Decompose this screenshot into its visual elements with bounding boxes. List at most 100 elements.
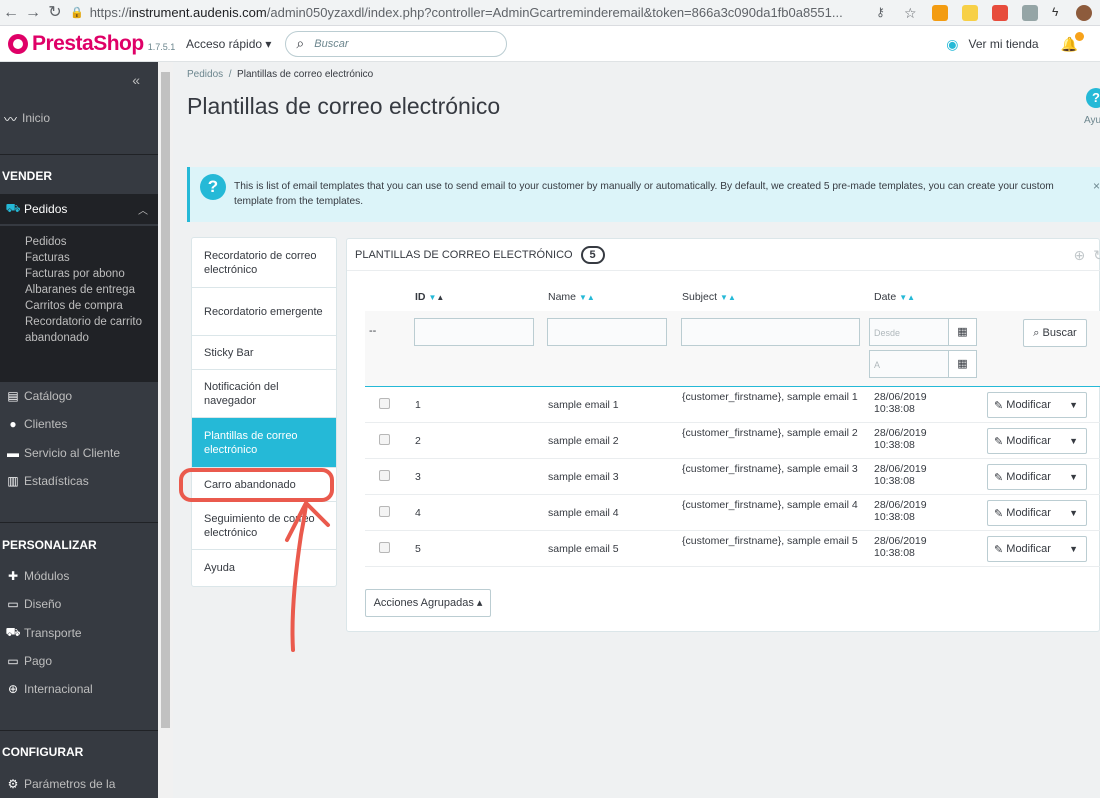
filter-id-input[interactable] bbox=[414, 318, 534, 346]
tab-email-tracking[interactable]: Seguimiento de correo electrónico bbox=[192, 502, 336, 550]
forward-icon[interactable]: → bbox=[22, 0, 44, 26]
sort-icon[interactable]: ▼▲ bbox=[429, 293, 445, 302]
tab-sticky-bar[interactable]: Sticky Bar bbox=[192, 336, 336, 370]
caret-down-icon[interactable]: ▼ bbox=[1069, 472, 1078, 482]
caret-down-icon[interactable]: ▼ bbox=[1069, 544, 1078, 554]
sidebar-item-modules[interactable]: ✚ Módulos bbox=[0, 562, 158, 590]
sidebar-item-label: Transporte bbox=[24, 626, 82, 640]
profile-avatar[interactable] bbox=[1076, 4, 1092, 21]
edit-button[interactable]: ✎ Modificar ▼ bbox=[987, 536, 1087, 562]
tab-email-templates[interactable]: Plantillas de correo electrónico bbox=[192, 418, 336, 468]
prestashop-logo-icon bbox=[8, 33, 28, 54]
row-checkbox[interactable] bbox=[379, 470, 390, 481]
search-button[interactable]: ⌕ Buscar bbox=[1023, 319, 1087, 347]
store-icon: ▤ bbox=[7, 389, 19, 403]
truck-icon: ⛟ bbox=[5, 625, 21, 639]
add-icon[interactable]: ⊕ bbox=[1074, 247, 1086, 264]
table-row[interactable]: 2 sample email 2 {customer_firstname}, s… bbox=[365, 423, 1100, 459]
filter-name-input[interactable] bbox=[547, 318, 667, 346]
search-button-label: Buscar bbox=[1042, 327, 1077, 339]
refresh-icon[interactable]: ↻ bbox=[1093, 247, 1100, 264]
back-icon[interactable]: ← bbox=[0, 0, 22, 26]
logo[interactable]: PrestaShop 1.7.5.1 bbox=[0, 32, 180, 56]
sidebar-item-design[interactable]: ▭ Diseño bbox=[0, 590, 158, 618]
row-checkbox[interactable] bbox=[379, 506, 390, 517]
submenu-item-cart-reminder-cont[interactable]: abandonado bbox=[0, 330, 158, 346]
filter-select-dash: -- bbox=[369, 325, 377, 337]
address-bar[interactable]: 🔒 https://instrument.audenis.com/admin05… bbox=[70, 0, 876, 26]
sidebar-item-payment[interactable]: ▭ Pago bbox=[0, 647, 158, 675]
submenu-item-cart-reminder[interactable]: Recordatorio de carrito bbox=[0, 314, 158, 330]
sidebar-item-customer-service[interactable]: ▬ Servicio al Cliente bbox=[0, 439, 158, 467]
extension-icon[interactable] bbox=[1022, 4, 1038, 21]
sidebar-item-international[interactable]: ⊕ Internacional bbox=[0, 675, 158, 703]
caret-down-icon[interactable]: ▼ bbox=[1069, 400, 1078, 410]
column-header-subject[interactable]: Subject ▼▲ bbox=[682, 291, 736, 303]
column-header-id[interactable]: ID ▼▲ bbox=[415, 291, 444, 303]
edit-button[interactable]: ✎ Modificar ▼ bbox=[987, 500, 1087, 526]
help-label[interactable]: Ayu bbox=[1084, 115, 1100, 126]
breadcrumb-parent[interactable]: Pedidos bbox=[187, 69, 223, 80]
extension-icon[interactable]: ϟ bbox=[1052, 5, 1062, 21]
submenu-item-invoices[interactable]: Facturas bbox=[0, 250, 158, 266]
submenu-item-credit-slips[interactable]: Facturas por abono bbox=[0, 266, 158, 282]
filter-date-from-input[interactable]: Desde bbox=[869, 318, 949, 346]
quick-access-dropdown[interactable]: Acceso rápido ▾ bbox=[186, 37, 271, 51]
submenu-item-delivery-slips[interactable]: Albaranes de entrega bbox=[0, 282, 158, 298]
extension-icon[interactable] bbox=[962, 4, 978, 21]
close-icon[interactable]: × bbox=[1093, 179, 1100, 193]
sort-icon[interactable]: ▼▲ bbox=[720, 293, 736, 302]
row-checkbox[interactable] bbox=[379, 398, 390, 409]
edit-button[interactable]: ✎ Modificar ▼ bbox=[987, 392, 1087, 418]
table-row[interactable]: 1 sample email 1 {customer_firstname}, s… bbox=[365, 387, 1100, 423]
sidebar-item-stats[interactable]: ▥ Estadísticas bbox=[0, 467, 158, 495]
table-row[interactable]: 3 sample email 3 {customer_firstname}, s… bbox=[365, 459, 1100, 495]
edit-button[interactable]: ✎ Modificar ▼ bbox=[987, 464, 1087, 490]
cell-subject: {customer_firstname}, sample email 5 bbox=[682, 535, 858, 547]
row-checkbox[interactable] bbox=[379, 434, 390, 445]
sort-icon[interactable]: ▼▲ bbox=[579, 293, 595, 302]
help-icon[interactable]: ? bbox=[1086, 88, 1100, 108]
caret-down-icon[interactable]: ▼ bbox=[1069, 508, 1078, 518]
scrollbar-thumb[interactable] bbox=[161, 72, 170, 728]
sidebar-item-orders[interactable]: ⛟ Pedidos ︿ bbox=[0, 194, 158, 224]
sort-icon[interactable]: ▼▲ bbox=[899, 293, 915, 302]
sidebar-item-dashboard[interactable]: 〰 Inicio bbox=[0, 98, 158, 138]
edit-button[interactable]: ✎ Modificar ▼ bbox=[987, 428, 1087, 454]
tab-help[interactable]: Ayuda bbox=[192, 550, 336, 586]
calendar-icon[interactable]: ▦ bbox=[949, 318, 977, 346]
calendar-icon[interactable]: ▦ bbox=[949, 350, 977, 378]
panel-heading: PLANTILLAS DE CORREO ELECTRÓNICO 5 ⊕ ↻ bbox=[347, 239, 1100, 271]
tab-browser-notification[interactable]: Notificación del navegador bbox=[192, 370, 336, 418]
filter-subject-input[interactable] bbox=[681, 318, 860, 346]
sidebar-item-shop-parameters[interactable]: ⚙ Parámetros de la bbox=[0, 770, 158, 798]
basket-icon: ⛟ bbox=[5, 201, 21, 215]
annotation-highlight bbox=[179, 468, 334, 502]
sidebar-item-shipping[interactable]: ⛟ Transporte bbox=[0, 619, 158, 647]
tab-email-reminder[interactable]: Recordatorio de correo electrónico bbox=[192, 238, 336, 288]
row-checkbox[interactable] bbox=[379, 542, 390, 553]
search-input[interactable]: ⌕ Buscar bbox=[285, 30, 508, 57]
extension-icon[interactable] bbox=[992, 4, 1008, 21]
table-row[interactable]: 4 sample email 4 {customer_firstname}, s… bbox=[365, 495, 1100, 531]
filter-date-to-input[interactable]: A bbox=[869, 350, 949, 378]
column-header-date[interactable]: Date ▼▲ bbox=[874, 291, 915, 303]
extension-icon[interactable] bbox=[932, 4, 948, 21]
column-header-name[interactable]: Name ▼▲ bbox=[548, 291, 595, 303]
sidebar-item-customers[interactable]: ● Clientes bbox=[0, 410, 158, 438]
caret-down-icon[interactable]: ▼ bbox=[1069, 436, 1078, 446]
star-icon[interactable]: ☆ bbox=[904, 5, 918, 21]
collapse-sidebar-icon[interactable]: « bbox=[132, 72, 140, 88]
submenu-item-orders[interactable]: Pedidos bbox=[0, 234, 158, 250]
notifications-bell-icon[interactable]: 🔔 bbox=[1061, 31, 1084, 53]
reload-icon[interactable]: ↻ bbox=[44, 0, 66, 26]
bulk-actions-button[interactable]: Acciones Agrupadas ▴ bbox=[365, 589, 491, 617]
table-row[interactable]: 5 sample email 5 {customer_firstname}, s… bbox=[365, 531, 1100, 567]
view-shop-link[interactable]: Ver mi tienda bbox=[969, 37, 1039, 51]
tab-popup-reminder[interactable]: Recordatorio emergente bbox=[192, 288, 336, 336]
cell-date: 28/06/2019 10:38:08 bbox=[874, 499, 927, 523]
sidebar-item-catalog[interactable]: ▤ Catálogo bbox=[0, 382, 158, 410]
sidebar-scrollbar[interactable] bbox=[158, 62, 173, 798]
key-icon[interactable]: ⚷ bbox=[876, 5, 890, 21]
submenu-item-carts[interactable]: Carritos de compra bbox=[0, 298, 158, 314]
